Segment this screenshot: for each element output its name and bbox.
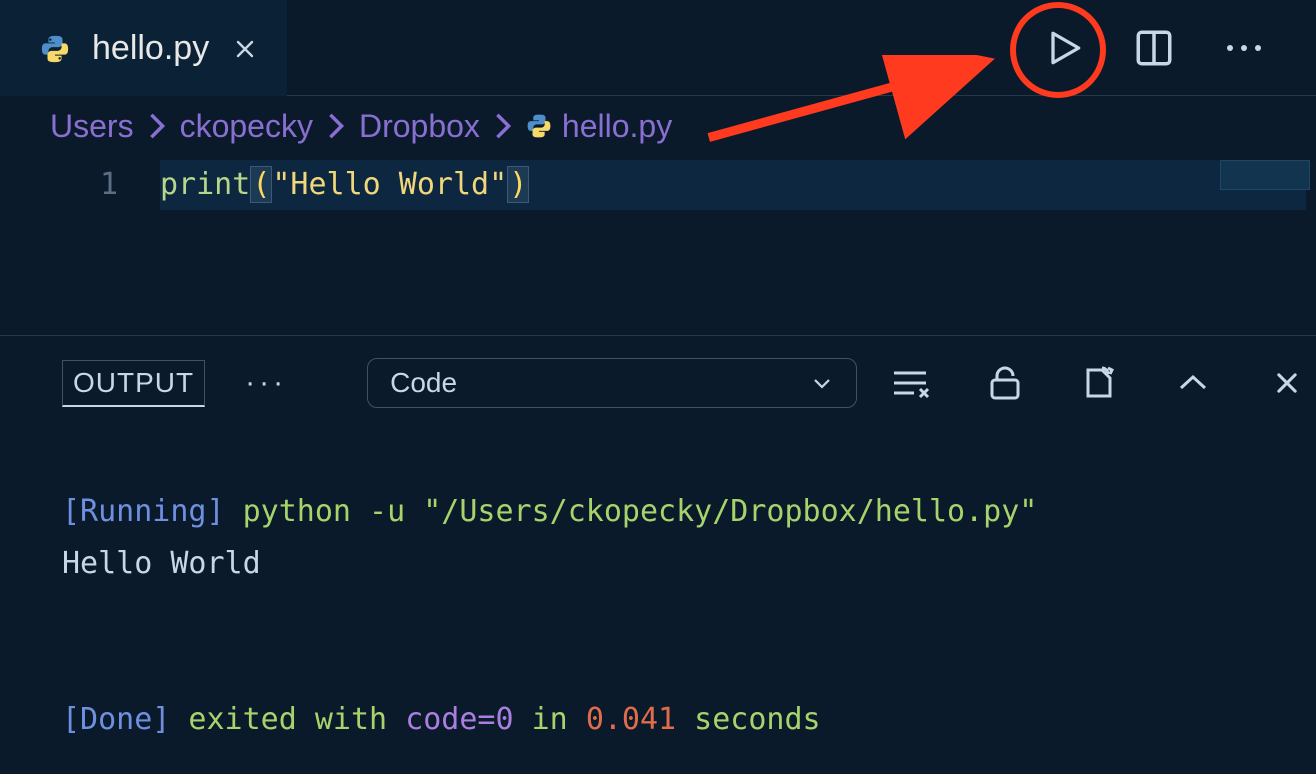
output-done-suffix: seconds [676,702,821,737]
output-stdout: Hello World [62,546,261,581]
collapse-panel-button[interactable] [1169,359,1217,407]
breadcrumb-segment[interactable]: ckopecky [180,108,313,145]
line-number: 1 [0,160,118,210]
output-done-in: in [514,702,586,737]
tab-actions [1040,0,1316,95]
panel-header: OUTPUT ··· Code [0,336,1316,418]
breadcrumb-file-name: hello.py [562,108,672,145]
chevron-right-icon [327,112,345,140]
chevron-right-icon [494,112,512,140]
open-log-button[interactable] [1075,359,1123,407]
panel-action-icons [887,359,1311,407]
python-icon [526,113,552,139]
token-function: print [160,167,250,202]
code-line: print("Hello World") [160,160,1316,210]
clear-output-button[interactable] [887,359,935,407]
output-running-cmd: python -u "/Users/ckopecky/Dropbox/hello… [225,494,1038,529]
lock-scroll-button[interactable] [981,359,1029,407]
python-icon [40,34,70,64]
breadcrumb: Users ckopecky Dropbox hello.py [0,96,1316,156]
code-editor[interactable]: 1 print("Hello World") [0,156,1316,336]
token-close-paren: ) [507,166,529,203]
run-button[interactable] [1040,24,1088,72]
output-body[interactable]: [Running] python -u "/Users/ckopecky/Dro… [0,418,1316,746]
output-done-prefix: exited with [170,702,405,737]
close-tab-button[interactable] [231,35,259,63]
breadcrumb-segment[interactable]: Dropbox [359,108,480,145]
panel-more-tabs-button[interactable]: ··· [235,366,297,400]
breadcrumb-file[interactable]: hello.py [526,108,672,145]
close-panel-button[interactable] [1263,359,1311,407]
output-channel-select[interactable]: Code [367,358,857,408]
line-gutter: 1 [0,156,160,335]
editor-tab-hello-py[interactable]: hello.py [0,0,287,96]
breadcrumb-segment[interactable]: Users [50,108,134,145]
tab-filename: hello.py [92,29,209,68]
token-open-paren: ( [250,166,272,203]
output-channel-value: Code [390,367,457,399]
chevron-down-icon [810,371,834,395]
output-done-time: 0.041 [586,702,676,737]
chevron-right-icon [148,112,166,140]
more-actions-button[interactable] [1220,24,1268,72]
tab-bar: hello.py [0,0,1316,96]
output-running-label: [Running] [62,494,225,529]
token-string: "Hello World" [272,167,507,202]
panel-tab-output[interactable]: OUTPUT [62,360,205,407]
output-done-code: code=0 [405,702,513,737]
code-area[interactable]: print("Hello World") [160,156,1316,335]
output-done-label: [Done] [62,702,170,737]
split-editor-button[interactable] [1130,24,1178,72]
